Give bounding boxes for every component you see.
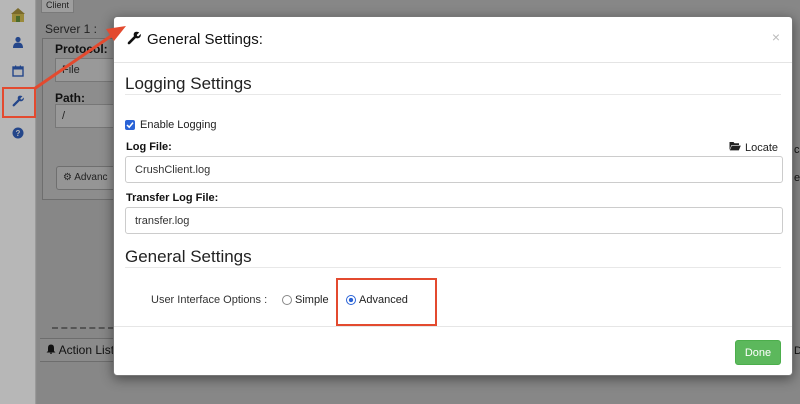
annotation-arrow	[33, 26, 126, 91]
